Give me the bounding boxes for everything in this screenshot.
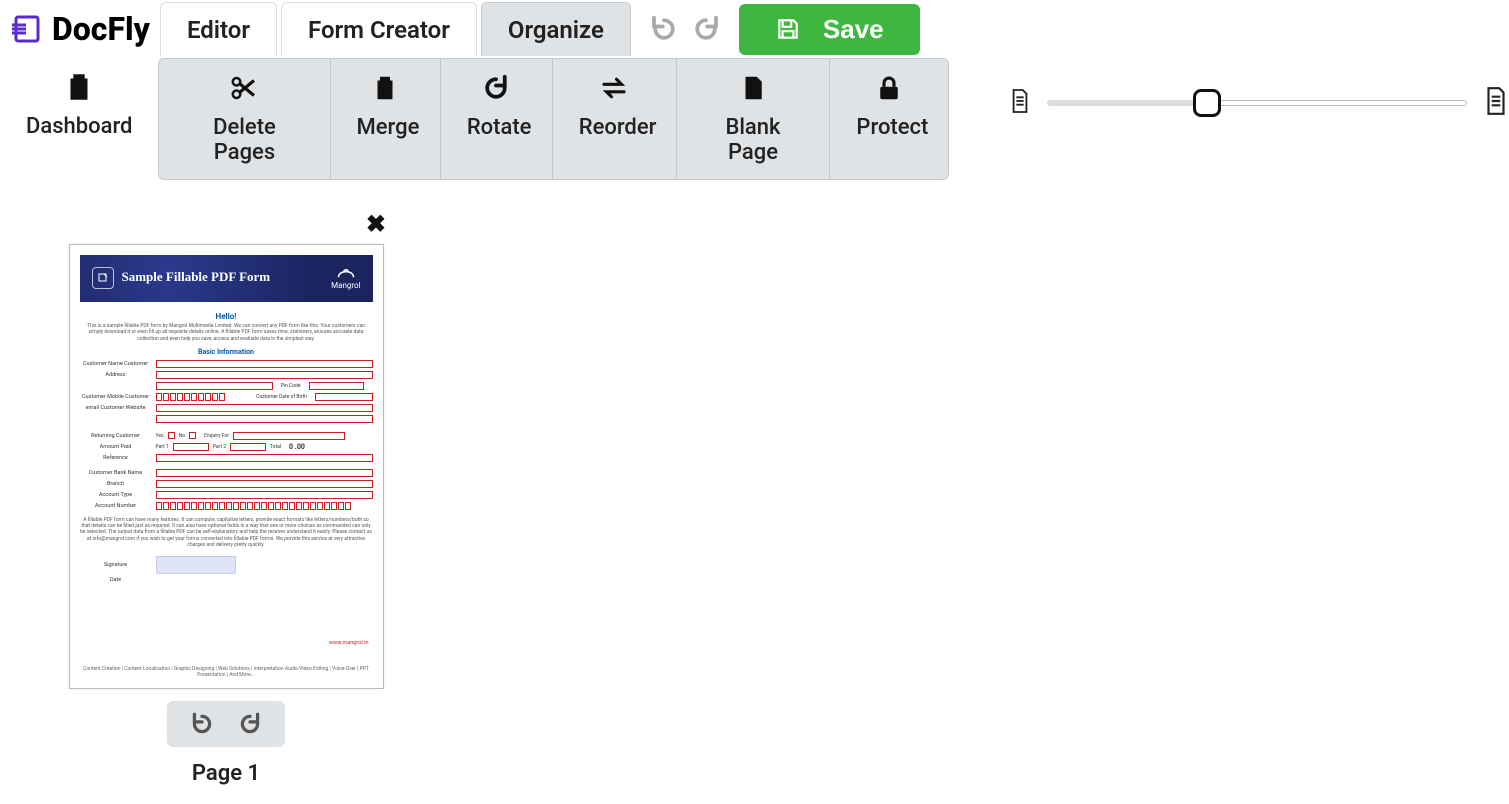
zoom-slider[interactable] [1047, 93, 1467, 113]
zoom-control [1009, 58, 1509, 120]
tool-merge[interactable]: Merge [331, 59, 441, 179]
tool-reorder[interactable]: Reorder [553, 59, 677, 179]
tool-blank-page[interactable]: Blank Page [677, 59, 831, 179]
tab-editor[interactable]: Editor [160, 2, 277, 56]
logo-icon [12, 11, 48, 47]
form-icon [92, 267, 114, 289]
close-icon[interactable]: ✖ [66, 210, 386, 244]
blank-page-icon [738, 73, 768, 103]
dashboard-icon [62, 70, 96, 104]
save-icon [775, 16, 801, 42]
reorder-icon [599, 73, 629, 103]
mangrol-logo: Mangrol [331, 265, 360, 290]
merge-icon [370, 73, 400, 103]
page-preview: Sample Fillable PDF Form Mangrol Hello! … [69, 244, 384, 689]
logo-text: DocFly [52, 10, 150, 48]
dashboard-button[interactable]: Dashboard [0, 58, 158, 139]
organize-toolbar: Delete Pages Merge Rotate Reorder Blank … [158, 58, 949, 180]
zoom-slider-thumb[interactable] [1193, 89, 1221, 117]
redo-icon[interactable] [691, 14, 721, 44]
page-rotate-controls [167, 701, 285, 747]
page-label: Page 1 [66, 761, 386, 786]
rotate-ccw-icon[interactable] [189, 711, 215, 737]
lock-icon [874, 73, 904, 103]
tool-rotate[interactable]: Rotate [441, 59, 553, 179]
scissors-icon [229, 73, 259, 103]
logo: DocFly [10, 8, 152, 50]
tool-protect[interactable]: Protect [830, 59, 948, 179]
undo-icon[interactable] [649, 14, 679, 44]
zoom-in-icon[interactable] [1483, 86, 1509, 120]
rotate-cw-icon[interactable] [237, 711, 263, 737]
tool-delete-pages[interactable]: Delete Pages [159, 59, 330, 179]
zoom-out-icon[interactable] [1009, 88, 1031, 118]
tab-form-creator[interactable]: Form Creator [281, 2, 477, 56]
tab-organize[interactable]: Organize [481, 2, 631, 56]
rotate-icon [481, 73, 511, 103]
save-button[interactable]: Save [739, 4, 920, 55]
page-thumbnail-1[interactable]: ✖ Sample Fillable PDF Form Mangrol Hello… [66, 210, 386, 786]
